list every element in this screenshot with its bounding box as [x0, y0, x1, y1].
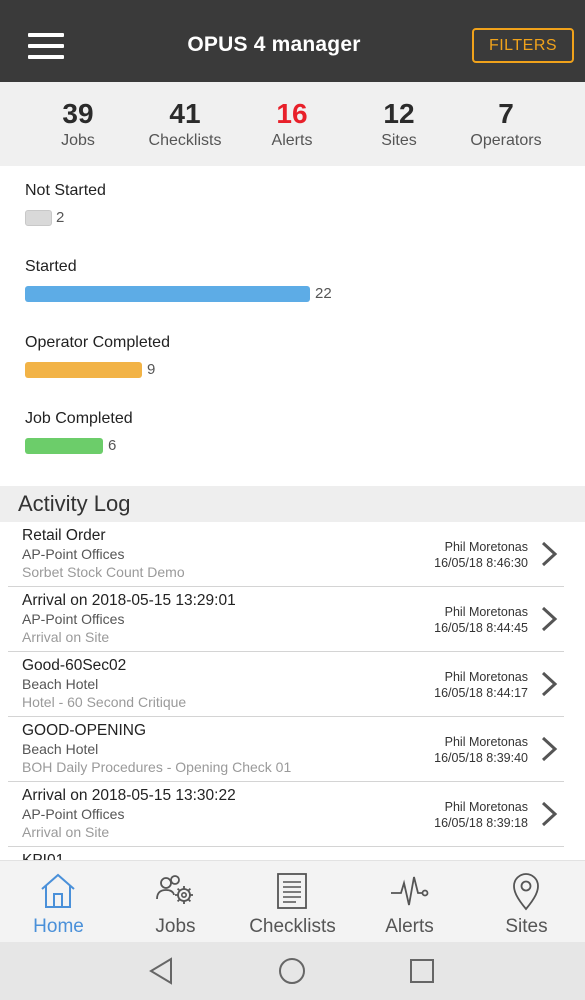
- app-header: OPUS 4 manager FILTERS: [0, 0, 585, 82]
- home-icon: [41, 873, 75, 908]
- status-title: Not Started: [25, 182, 106, 199]
- activity-item[interactable]: Retail Order AP-Point Offices Sorbet Sto…: [8, 522, 564, 587]
- activity-item-user: Phil Moretonas: [444, 540, 528, 554]
- system-nav-bar: [0, 942, 585, 1000]
- status-bar: [25, 438, 103, 454]
- activity-item[interactable]: Good-60Sec02 Beach Hotel Hotel - 60 Seco…: [8, 652, 564, 717]
- activity-item-name: Retail Order: [22, 527, 106, 544]
- activity-item-name: Arrival on 2018-05-15 13:30:22: [22, 787, 236, 804]
- activity-item-site: Beach Hotel: [22, 676, 99, 692]
- stat-jobs[interactable]: 39 Jobs: [23, 98, 133, 150]
- status-title: Job Completed: [25, 410, 133, 427]
- activity-item-time: 16/05/18 8:39:40: [434, 751, 528, 765]
- activity-log-title: Activity Log: [18, 491, 131, 516]
- stat-checklists-value: 41: [169, 98, 201, 129]
- activity-item[interactable]: Arrival on 2018-05-15 13:30:22 AP-Point …: [8, 782, 564, 847]
- activity-item-site: AP-Point Offices: [22, 611, 125, 627]
- chevron-right-icon: [541, 801, 558, 827]
- back-icon[interactable]: [147, 956, 177, 986]
- activity-item-user: Phil Moretonas: [444, 670, 528, 684]
- activity-item-name: Arrival on 2018-05-15 13:29:01: [22, 592, 236, 609]
- nav-jobs-label: Jobs: [155, 916, 196, 937]
- stat-checklists-label: Checklists: [148, 132, 222, 149]
- home-circle-icon[interactable]: [277, 956, 307, 986]
- stat-operators-label: Operators: [470, 132, 542, 149]
- recents-icon[interactable]: [407, 956, 437, 986]
- job-status-section: Not Started 2 Started 22 Operator Comple…: [0, 166, 585, 486]
- activity-item-user: Phil Moretonas: [444, 800, 528, 814]
- activity-log-list[interactable]: Retail Order AP-Point Offices Sorbet Sto…: [8, 522, 572, 860]
- status-count: 6: [108, 437, 117, 454]
- status-count: 22: [315, 285, 332, 302]
- activity-item-detail: Hotel - 60 Second Critique: [22, 694, 187, 710]
- stat-alerts[interactable]: 16 Alerts: [237, 98, 347, 150]
- stat-checklists[interactable]: 41 Checklists: [130, 98, 240, 150]
- status-operator-completed[interactable]: Operator Completed 9: [25, 333, 565, 379]
- nav-alerts[interactable]: Alerts: [351, 861, 468, 943]
- status-title: Operator Completed: [25, 334, 170, 351]
- chevron-right-icon: [541, 671, 558, 697]
- stat-operators-value: 7: [498, 98, 514, 129]
- status-started[interactable]: Started 22: [25, 257, 565, 303]
- status-count: 9: [147, 361, 156, 378]
- activity-item-user: Phil Moretonas: [444, 605, 528, 619]
- activity-item-name: KPI01: [22, 852, 64, 860]
- status-bar: [25, 362, 142, 378]
- nav-sites-label: Sites: [505, 916, 548, 937]
- pulse-icon: [391, 876, 429, 906]
- activity-item-detail: BOH Daily Procedures - Opening Check 01: [22, 759, 292, 775]
- nav-alerts-label: Alerts: [385, 916, 434, 937]
- nav-checklists[interactable]: Checklists: [234, 861, 351, 943]
- activity-item-time: 16/05/18 8:39:18: [434, 816, 528, 830]
- stat-jobs-label: Jobs: [61, 132, 95, 149]
- stat-operators[interactable]: 7 Operators: [451, 98, 561, 150]
- activity-item-detail: Arrival on Site: [22, 824, 110, 840]
- activity-item-name: Good-60Sec02: [22, 657, 127, 674]
- activity-item-site: AP-Point Offices: [22, 546, 125, 562]
- nav-sites[interactable]: Sites: [468, 861, 585, 943]
- activity-item-site: AP-Point Offices: [22, 806, 125, 822]
- nav-jobs[interactable]: Jobs: [117, 861, 234, 943]
- status-bar: [25, 286, 310, 302]
- activity-item-detail: Sorbet Stock Count Demo: [22, 564, 185, 580]
- activity-item[interactable]: GOOD-OPENING Beach Hotel BOH Daily Proce…: [8, 717, 564, 782]
- stat-jobs-value: 39: [62, 98, 94, 129]
- app-title: OPUS 4 manager: [187, 33, 361, 56]
- stat-alerts-label: Alerts: [271, 132, 313, 149]
- status-title: Started: [25, 258, 77, 275]
- activity-item-detail: Arrival on Site: [22, 629, 110, 645]
- activity-item-time: 16/05/18 8:44:45: [434, 621, 528, 635]
- bottom-nav: Home Jobs Checklists Alerts Sites: [0, 860, 585, 942]
- stat-sites[interactable]: 12 Sites: [344, 98, 454, 150]
- chevron-right-icon: [541, 736, 558, 762]
- activity-item-user: Phil Moretonas: [444, 735, 528, 749]
- checklist-icon: [277, 873, 307, 909]
- activity-item[interactable]: Arrival on 2018-05-15 13:29:01 AP-Point …: [8, 587, 564, 652]
- chevron-right-icon: [541, 541, 558, 567]
- status-count: 2: [56, 209, 65, 226]
- status-bar: [25, 210, 52, 226]
- stat-sites-value: 12: [383, 98, 415, 129]
- activity-item-time: 16/05/18 8:46:30: [434, 556, 528, 570]
- stat-alerts-value: 16: [276, 98, 308, 129]
- activity-item-name: GOOD-OPENING: [22, 722, 147, 739]
- nav-home[interactable]: Home: [0, 861, 117, 943]
- activity-item[interactable]: KPI01: [8, 847, 564, 860]
- nav-home-label: Home: [33, 916, 84, 937]
- nav-checklists-label: Checklists: [249, 916, 336, 937]
- chevron-right-icon: [541, 606, 558, 632]
- status-job-completed[interactable]: Job Completed 6: [25, 409, 565, 455]
- activity-item-time: 16/05/18 8:44:17: [434, 686, 528, 700]
- people-gear-icon: [156, 875, 193, 904]
- filters-button[interactable]: FILTERS: [472, 28, 574, 63]
- status-not-started[interactable]: Not Started 2: [25, 181, 565, 227]
- summary-stats: 39 Jobs 41 Checklists 16 Alerts 12 Sites…: [0, 82, 585, 166]
- map-pin-icon: [513, 873, 539, 911]
- stat-sites-label: Sites: [381, 132, 417, 149]
- activity-item-site: Beach Hotel: [22, 741, 99, 757]
- activity-log-header: Activity Log: [0, 486, 585, 522]
